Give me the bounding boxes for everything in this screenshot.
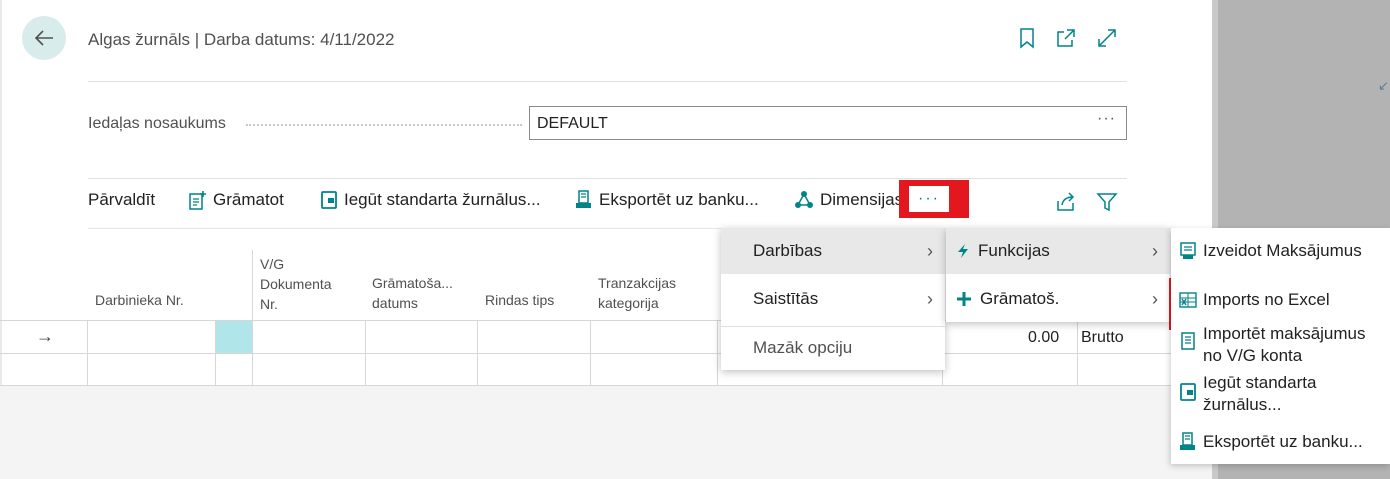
section-name-label: Iedaļas nosaukums — [88, 115, 226, 132]
export-to-bank-label: Eksportēt uz banku... — [599, 190, 759, 209]
bank-export-icon — [1180, 432, 1195, 450]
manage-tab[interactable]: Pārvaldīt — [88, 190, 155, 210]
chevron-right-icon: › — [1152, 288, 1158, 309]
dimensions-label: Dimensijas — [820, 190, 904, 209]
menu-item-import-gl-payments[interactable]: Importēt maksājumus no V/G konta — [1171, 324, 1390, 370]
back-button[interactable] — [22, 16, 66, 60]
type-cell[interactable]: Brutto — [1081, 329, 1124, 347]
menu-item-import-excel[interactable]: Imports no Excel — [1171, 280, 1390, 320]
col-date-line1: Grāmatoša... — [372, 275, 453, 291]
grid-vline — [1077, 320, 1078, 386]
lookup-more-button[interactable]: ··· — [1097, 110, 1116, 128]
grid-vline — [590, 320, 591, 386]
open-new-window-icon[interactable] — [1055, 27, 1077, 49]
more-options-menu: Darbības › Saistītās › Mazāk opciju — [721, 228, 945, 370]
menu-item-functions-label: Funkcijas — [978, 241, 1050, 260]
menu-item-related-label: Saistītās — [753, 289, 819, 308]
menu-item-actions[interactable]: Darbības › — [721, 228, 945, 274]
field-divider — [88, 178, 1127, 179]
manage-label: Pārvaldīt — [88, 190, 156, 209]
bookmark-icon[interactable] — [1016, 27, 1038, 49]
column-header-posting-date[interactable]: Grāmatoša... datums — [372, 273, 453, 313]
row-border — [0, 353, 1212, 354]
chevron-right-icon: › — [927, 240, 933, 261]
menu-item-posting[interactable]: Grāmatoš. › — [946, 276, 1170, 322]
import-gl-icon — [1181, 332, 1195, 350]
menu-item-get-standard-journals[interactable]: Iegūt standarta žurnālus... — [1171, 370, 1390, 420]
post-button[interactable]: Grāmatot — [189, 190, 284, 210]
page-left-border — [0, 0, 2, 386]
chevron-right-icon: › — [927, 288, 933, 309]
standard-journal-icon — [321, 191, 337, 209]
excel-icon — [1179, 292, 1197, 308]
post-plus-icon — [957, 292, 971, 306]
functions-submenu: Izveidot Maksājumus Imports no Excel Imp… — [1171, 228, 1390, 464]
menu-item-create-payments[interactable]: Izveidot Maksājumus — [1171, 228, 1390, 274]
create-payments-icon — [1180, 242, 1196, 259]
dimensions-button[interactable]: Dimensijas — [794, 190, 903, 210]
menu-item-functions[interactable]: Funkcijas › — [946, 228, 1170, 274]
import-gl-payments-label: Importēt maksājumus no V/G konta — [1203, 324, 1366, 365]
amount-cell[interactable]: 0.00 — [1028, 329, 1059, 347]
menu-item-related[interactable]: Saistītās › — [721, 276, 945, 322]
header-divider — [88, 81, 1127, 82]
col-date-line2: datums — [372, 295, 418, 311]
chevron-right-icon: › — [1152, 240, 1158, 261]
menu-item-actions-label: Darbības — [753, 241, 822, 260]
label-leader-dots — [246, 124, 522, 126]
post-label: Grāmatot — [213, 190, 284, 209]
expand-icon[interactable] — [1096, 27, 1118, 49]
bank-export-icon — [576, 190, 591, 208]
page-title: Algas žurnāls | Darba datums: 4/11/2022 — [88, 30, 395, 49]
column-header-gl-document-no[interactable]: V/G Dokumenta Nr. — [260, 254, 332, 314]
export-to-bank-menu-label: Eksportēt uz banku... — [1203, 432, 1363, 451]
fewer-options-label: Mazāk opciju — [753, 338, 853, 357]
grid-vline — [365, 320, 366, 386]
current-row-indicator: → — [36, 326, 54, 346]
create-payments-label: Izveidot Maksājumus — [1203, 241, 1362, 260]
import-excel-label: Imports no Excel — [1203, 290, 1330, 309]
share-icon[interactable] — [1055, 191, 1077, 213]
col-gl-line2: Dokumenta — [260, 276, 332, 292]
arrow-left-icon — [34, 30, 53, 46]
menu-item-posting-label: Grāmatoš. — [980, 289, 1060, 308]
section-name-value: DEFAULT — [537, 115, 608, 132]
get-standard-journals-label: Iegūt standarta žurnālus... — [344, 190, 541, 209]
post-icon — [189, 191, 206, 210]
menu-item-export-to-bank[interactable]: Eksportēt uz banku... — [1171, 422, 1390, 462]
column-header-line-type[interactable]: Rindas tips — [485, 290, 554, 310]
col-gl-line1: V/G — [260, 256, 285, 272]
menu-item-fewer-options[interactable]: Mazāk opciju — [721, 327, 945, 369]
grid-empty-area — [0, 386, 1212, 479]
grid-vline — [717, 320, 718, 386]
export-to-bank-button[interactable]: Eksportēt uz banku... — [575, 190, 759, 210]
actions-submenu: Funkcijas › Grāmatoš. › — [946, 228, 1170, 322]
col-gl-line3: Nr. — [260, 296, 278, 312]
grid-vline — [87, 320, 88, 386]
grid-vline — [477, 320, 478, 386]
col-trans-line1: Tranzakcijas — [598, 275, 677, 291]
standard-journal-icon — [1180, 383, 1196, 401]
filter-icon[interactable] — [1096, 191, 1118, 213]
dimensions-icon — [795, 191, 813, 208]
grid-vline — [252, 250, 253, 386]
column-header-transaction-category[interactable]: Tranzakcijas kategorija — [598, 273, 676, 313]
section-name-field[interactable]: DEFAULT ··· — [529, 106, 1127, 140]
column-header-employee-no[interactable]: Darbinieka Nr. — [95, 290, 184, 310]
selected-cell[interactable] — [216, 321, 252, 353]
collapse-arrow-icon: ↙ — [1378, 78, 1389, 93]
lightning-icon — [958, 244, 968, 258]
more-options-highlight: ··· — [899, 180, 969, 218]
get-standard-journals-menu-label: Iegūt standarta žurnālus... — [1203, 373, 1317, 414]
more-options-button[interactable]: ··· — [909, 186, 949, 212]
col-trans-line2: kategorija — [598, 295, 659, 311]
get-standard-journals-button[interactable]: Iegūt standarta žurnālus... — [320, 190, 541, 210]
